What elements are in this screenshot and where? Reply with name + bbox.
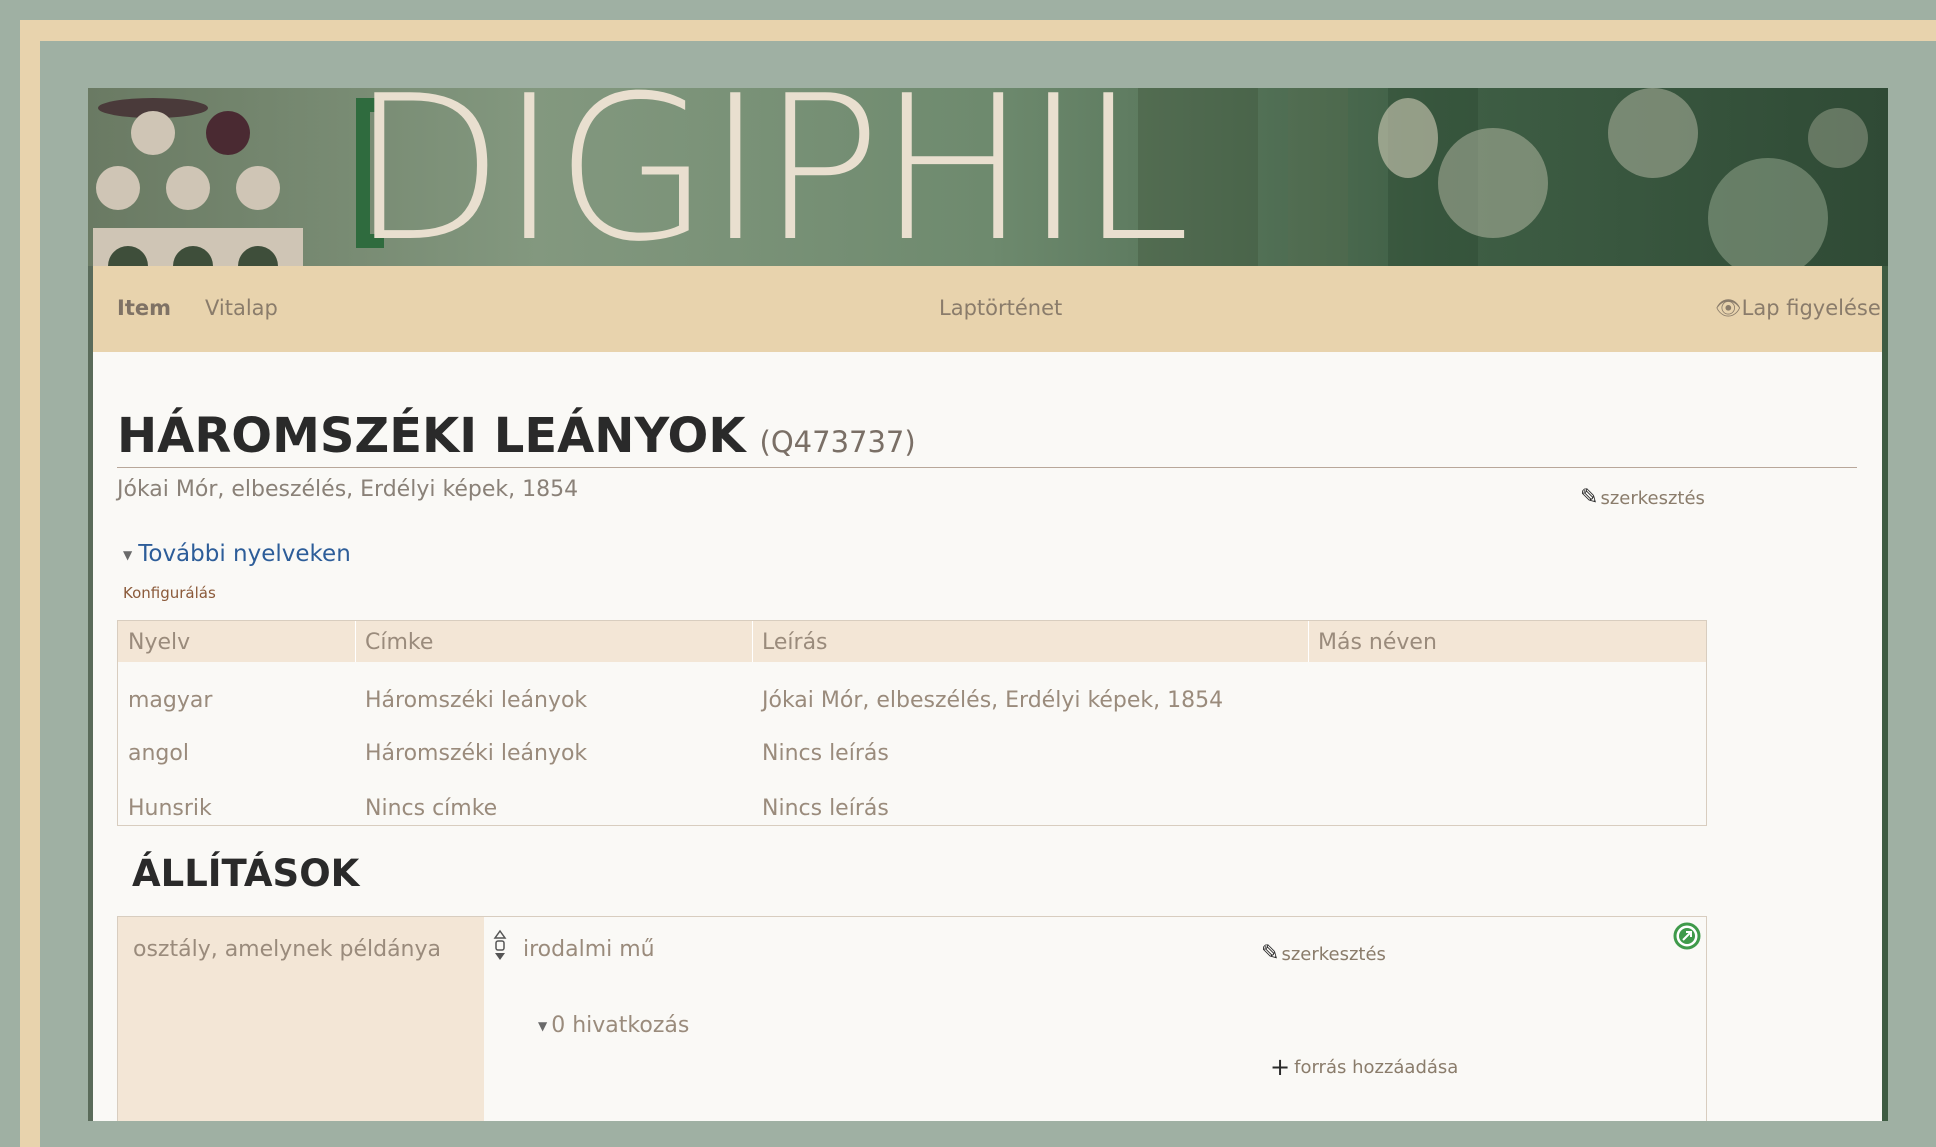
pencil-icon: ✎ xyxy=(1261,941,1280,966)
header-label: Címke xyxy=(365,630,434,655)
watch-page-link[interactable]: 👁Lap figyelése xyxy=(1715,296,1881,321)
statement-group: osztály, amelynek példánya irodalmi mű ✎… xyxy=(117,916,1707,1121)
edit-statement-button[interactable]: ✎ szerkesztés xyxy=(1261,941,1386,966)
table-cell: Hunsrik xyxy=(128,796,212,821)
table-cell: angol xyxy=(128,741,189,766)
property-label[interactable]: osztály, amelynek példánya xyxy=(133,937,441,962)
caret-down-icon: ▼ xyxy=(123,547,133,562)
configure-link[interactable]: Konfigurálás xyxy=(123,584,216,602)
statement-value[interactable]: irodalmi mű xyxy=(523,937,655,962)
languages-table: Nyelv Címke Leírás Más néven magyar Háro… xyxy=(117,620,1707,826)
watch-label: Lap figyelése xyxy=(1741,296,1881,320)
edit-label: szerkesztés xyxy=(1600,488,1705,509)
references-toggle[interactable]: ▼ 0 hivatkozás xyxy=(538,1013,689,1038)
table-cell[interactable]: Háromszéki leányok xyxy=(365,688,587,713)
header-description: Leírás xyxy=(762,630,828,655)
item-id: (Q473737) xyxy=(759,425,916,459)
item-description: Jókai Mór, elbeszélés, Erdélyi képek, 18… xyxy=(117,477,579,502)
table-cell[interactable]: Nincs leírás xyxy=(762,796,889,821)
item-label: HÁROMSZÉKI LEÁNYOK xyxy=(117,408,746,464)
pencil-icon: ✎ xyxy=(1580,485,1599,510)
table-cell[interactable]: Jókai Mór, elbeszélés, Erdélyi képek, 18… xyxy=(762,688,1223,713)
plus-icon: + xyxy=(1270,1053,1291,1081)
table-cell[interactable]: Nincs címke xyxy=(365,796,497,821)
title-divider xyxy=(117,467,1857,468)
rank-selector-icon[interactable] xyxy=(492,929,508,963)
caret-down-icon: ▼ xyxy=(538,1019,548,1033)
eye-icon: 👁 xyxy=(1715,296,1742,320)
edit-label: szerkesztés xyxy=(1281,944,1386,965)
background-strip xyxy=(1882,266,1888,1121)
add-source-label: forrás hozzáadása xyxy=(1294,1057,1459,1078)
other-languages-toggle[interactable]: ▼ További nyelveken xyxy=(123,541,351,567)
header-aliases: Más néven xyxy=(1318,630,1437,655)
property-column: osztály, amelynek példánya xyxy=(118,917,484,1121)
tab-item[interactable]: Item xyxy=(117,296,171,320)
page: DIGIPHIL Item Vitalap Laptörténet 👁Lap f… xyxy=(88,88,1888,1121)
add-source-button[interactable]: + forrás hozzáadása xyxy=(1270,1053,1458,1081)
table-cell[interactable]: Háromszéki leányok xyxy=(365,741,587,766)
header-language: Nyelv xyxy=(128,630,191,655)
page-title: HÁROMSZÉKI LEÁNYOK (Q473737) xyxy=(117,408,916,464)
edit-header-button[interactable]: ✎ szerkesztés xyxy=(1580,485,1705,510)
tab-history[interactable]: Laptörténet xyxy=(939,296,1062,320)
site-logo-text: DIGIPHIL xyxy=(350,88,1190,266)
table-cell[interactable]: Nincs leírás xyxy=(762,741,889,766)
main-content: Item Vitalap Laptörténet 👁Lap figyelése … xyxy=(93,266,1882,1121)
status-arrow-icon[interactable] xyxy=(1672,921,1702,951)
digiphil-logo-icon xyxy=(93,98,303,266)
table-header: Nyelv Címke Leírás Más néven xyxy=(118,621,1706,662)
statements-heading: ÁLLÍTÁSOK xyxy=(132,852,360,895)
references-count: 0 hivatkozás xyxy=(551,1013,690,1038)
tab-talk[interactable]: Vitalap xyxy=(205,296,278,320)
page-navbar: Item Vitalap Laptörténet 👁Lap figyelése xyxy=(93,266,1882,352)
table-cell: magyar xyxy=(128,688,213,713)
toggle-label: További nyelveken xyxy=(138,541,351,567)
site-banner[interactable]: DIGIPHIL xyxy=(88,88,1888,266)
